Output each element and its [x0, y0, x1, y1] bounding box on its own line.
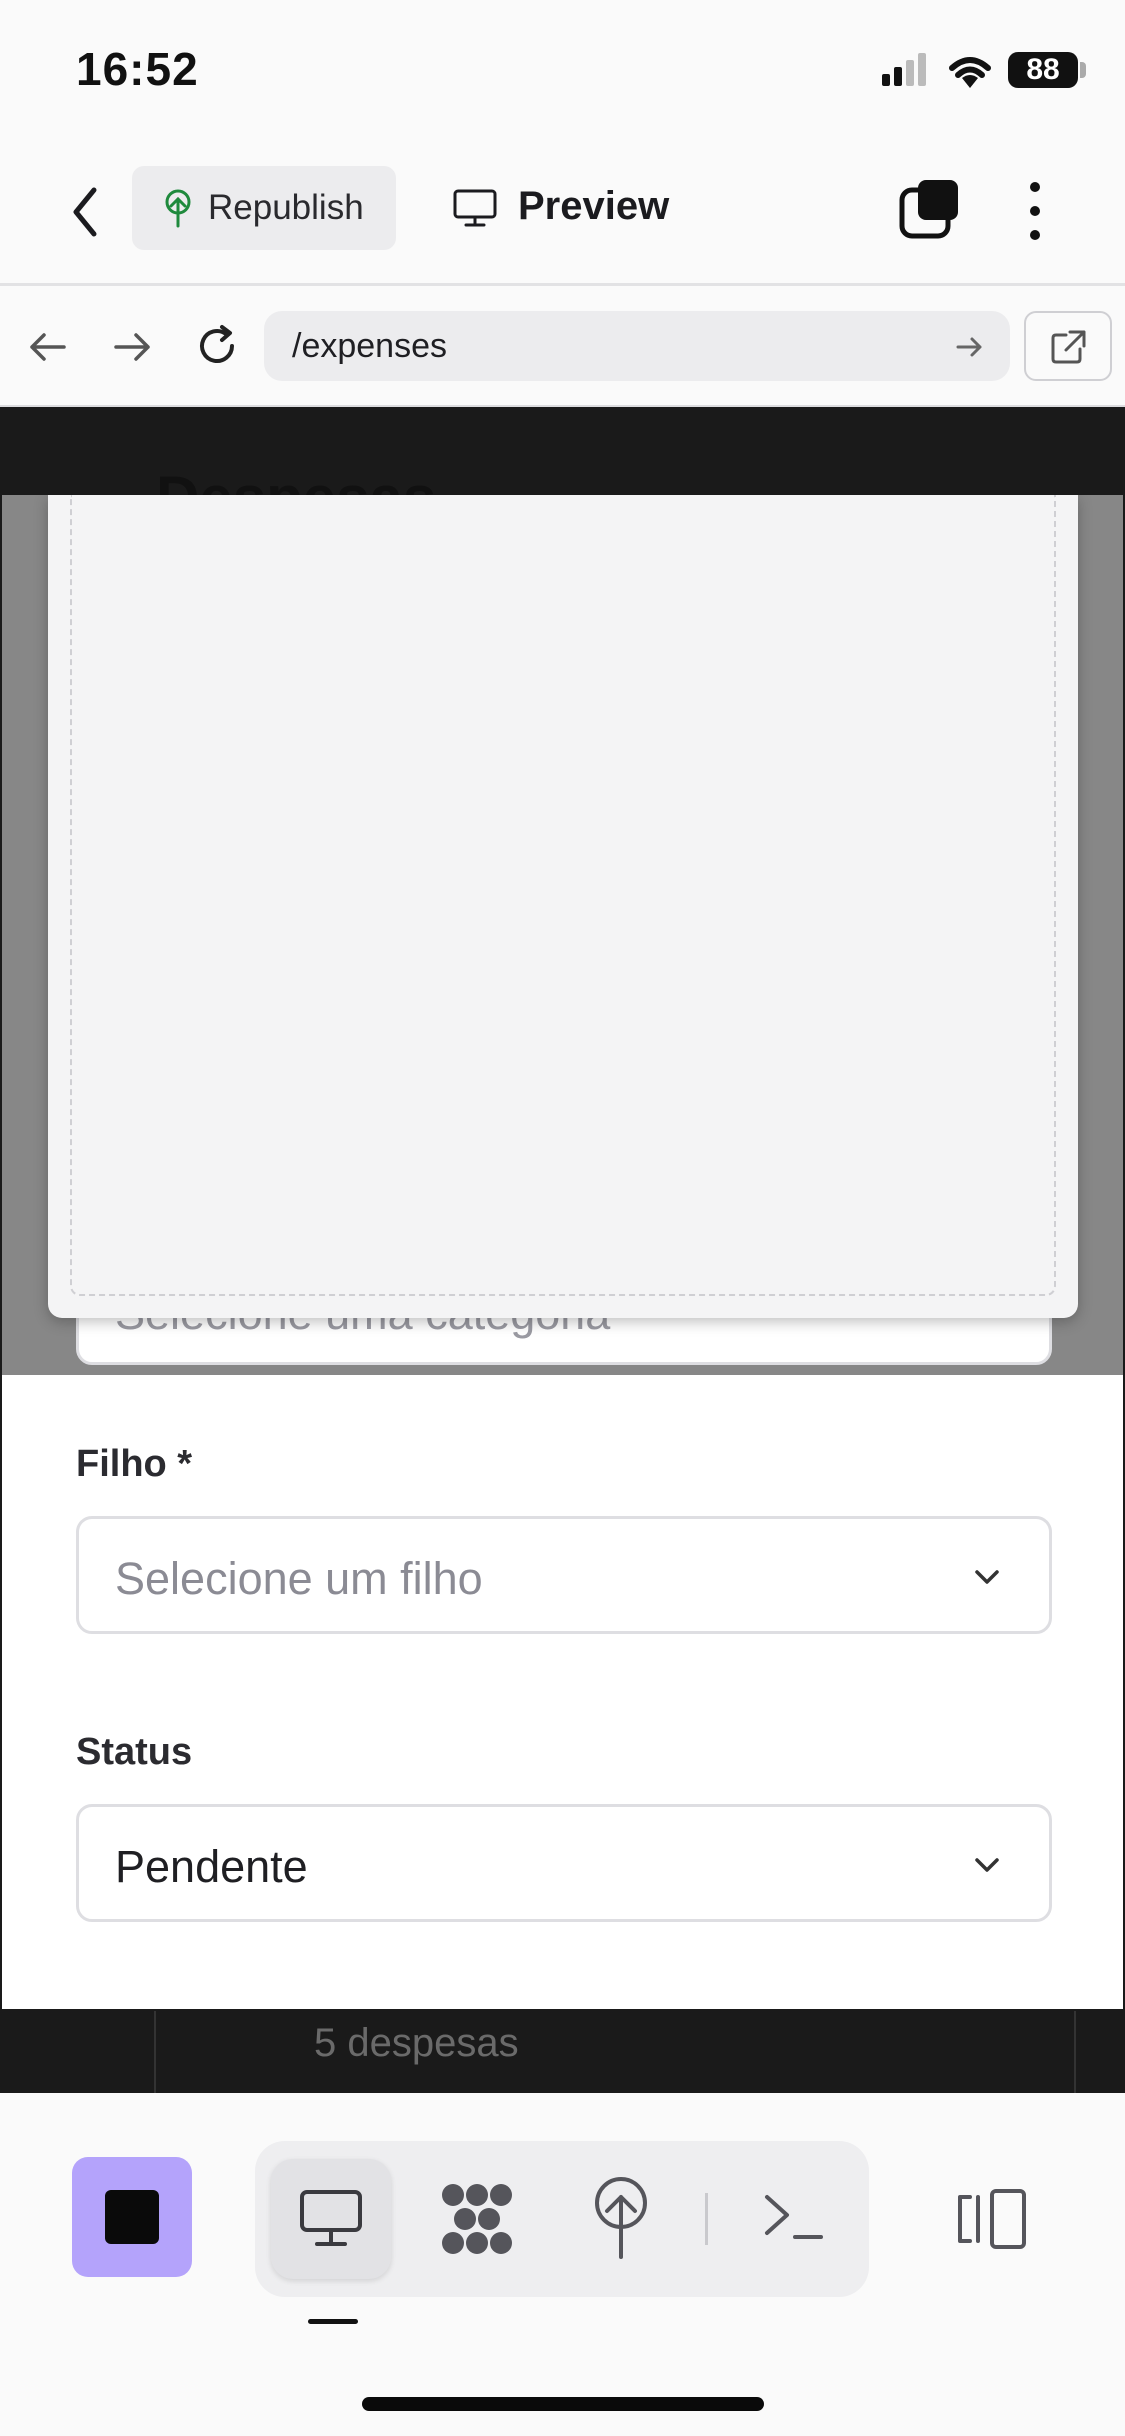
status-time: 16:52 — [76, 43, 199, 95]
wifi-icon — [949, 57, 991, 88]
active-tab-indicator — [308, 2319, 358, 2324]
tree-upload-icon[interactable] — [589, 2175, 653, 2259]
upload-dropzone[interactable] — [70, 495, 1056, 1296]
stop-icon — [105, 2190, 159, 2244]
tool-divider — [705, 2193, 708, 2245]
panel-toggle-icon[interactable] — [956, 2187, 1030, 2251]
browser-url-bar: /expenses — [0, 289, 1125, 407]
child-select[interactable]: Selecione um filho — [76, 1516, 1052, 1634]
background-summary: 5 despesas — [314, 2021, 519, 2065]
go-arrow-icon[interactable] — [954, 333, 986, 361]
web-preview-viewport: Despesas Selecione uma categoria Filho *… — [0, 407, 1125, 2093]
battery-tip — [1080, 62, 1086, 78]
tool-switcher — [255, 2141, 869, 2297]
status-value: Pendente — [115, 1841, 308, 1892]
background-list-card — [154, 2011, 1076, 2093]
preview-label: Preview — [518, 184, 670, 228]
desktop-tool-button[interactable] — [271, 2159, 391, 2279]
url-text: /expenses — [292, 327, 447, 365]
open-external-button[interactable] — [1024, 311, 1112, 381]
workflow-icon[interactable] — [439, 2181, 515, 2257]
app-toolbar: Republish Preview — [0, 140, 1125, 286]
terminal-icon[interactable] — [761, 2189, 825, 2245]
chevron-down-icon — [975, 1858, 999, 1872]
republish-button[interactable]: Republish — [132, 166, 396, 250]
monitor-icon — [300, 2190, 362, 2246]
cellular-signal-icon — [882, 53, 926, 86]
expense-form-modal: Selecione uma categoria Filho * Selecion… — [2, 495, 1123, 2009]
chevron-down-icon — [975, 1570, 999, 1584]
arrow-left-icon[interactable] — [26, 327, 70, 367]
tabs-icon[interactable] — [898, 178, 962, 242]
status-bar: 16:52 88 — [0, 0, 1125, 140]
stop-button[interactable] — [72, 2157, 192, 2277]
chevron-left-icon[interactable] — [66, 182, 106, 242]
status-field-label: Status — [76, 1731, 193, 1773]
republish-label: Republish — [208, 188, 364, 227]
child-field-label: Filho * — [76, 1443, 193, 1485]
reload-icon[interactable] — [192, 321, 242, 371]
upload-dropzone-card — [48, 495, 1078, 1318]
external-link-icon — [1051, 330, 1086, 364]
tree-upload-icon — [165, 189, 191, 228]
more-vertical-icon[interactable] — [1020, 178, 1050, 244]
bottom-toolbar — [0, 2093, 1125, 2436]
monitor-icon — [453, 189, 497, 227]
home-indicator — [362, 2397, 764, 2411]
battery-indicator: 88 — [1008, 52, 1078, 88]
arrow-right-icon[interactable] — [110, 327, 154, 367]
status-select[interactable]: Pendente — [76, 1804, 1052, 1922]
child-placeholder: Selecione um filho — [115, 1553, 483, 1604]
url-input[interactable]: /expenses — [264, 311, 1010, 381]
